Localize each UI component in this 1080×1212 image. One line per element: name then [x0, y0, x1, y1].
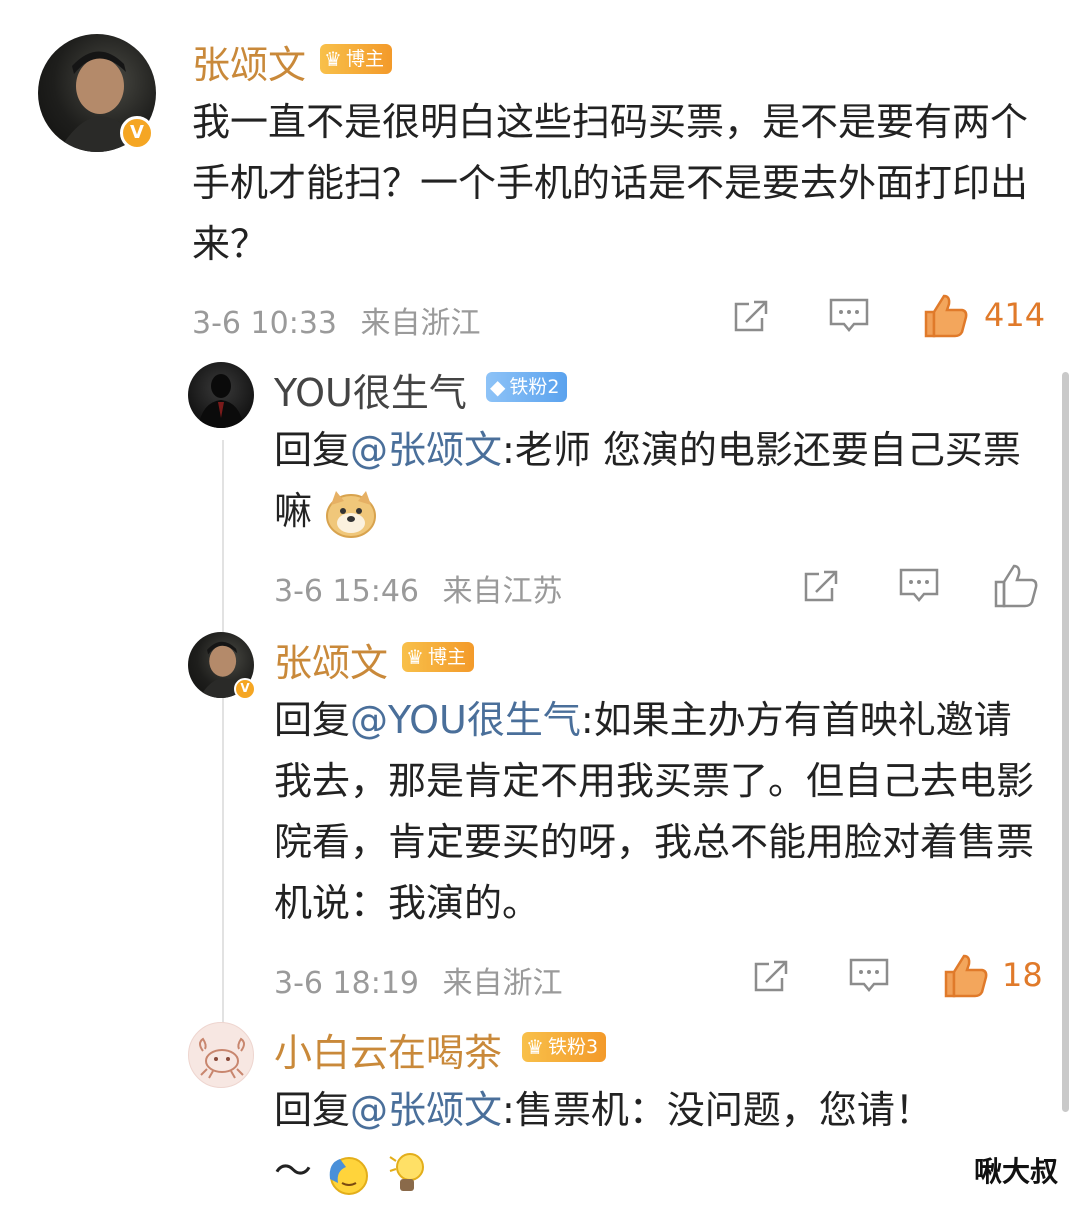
crown-icon: ♛: [406, 645, 424, 669]
mention-link[interactable]: @张颂文: [350, 1088, 502, 1132]
author-name[interactable]: 张颂文: [274, 632, 388, 687]
comment-date: 3-6 10:33: [192, 306, 337, 341]
author-name[interactable]: 小白云在喝茶: [274, 1022, 502, 1077]
badge-label: 铁粉2: [509, 376, 560, 398]
comment-location: 来自江苏: [442, 574, 563, 609]
reply-tail: ～: [274, 1149, 313, 1193]
doge-emoji-icon: [326, 490, 377, 538]
comment-location: 来自浙江: [360, 306, 481, 341]
fan-badge: ◆ 铁粉2: [486, 372, 568, 402]
comment-date: 3-6 15:46: [274, 574, 419, 609]
comment-text: 我一直不是很明白这些扫码买票，是不是要有两个手机才能扫？一个手机的话是不是要去外…: [192, 100, 1029, 266]
comment-location: 来自浙江: [442, 966, 563, 1001]
comment-text: 回复@YOU很生气:如果主办方有首映礼邀请我去，那是肯定不用我买票了。但自己去电…: [274, 690, 1044, 934]
reply-prefix: 回复: [274, 428, 351, 472]
badge-label: 博主: [427, 646, 466, 668]
comment-meta: 3-6 18:19 来自浙江: [274, 958, 563, 1002]
share-icon[interactable]: [802, 566, 842, 606]
comment-icon[interactable]: [828, 296, 870, 336]
comment-icon[interactable]: [898, 566, 940, 606]
comment-icon[interactable]: [848, 956, 890, 996]
author-name[interactable]: 张颂文: [192, 34, 306, 89]
badge-label: 博主: [345, 48, 384, 70]
avatar-silhouette-icon: [198, 374, 244, 428]
crown-icon: ♛: [526, 1035, 544, 1059]
reply-prefix: 回复: [274, 698, 351, 742]
verified-icon: V: [120, 116, 154, 150]
avatar[interactable]: [188, 1022, 254, 1088]
reply-body: :售票机：没问题，您请！: [502, 1088, 933, 1132]
comment-text: 回复@张颂文:售票机：没问题，您请！ ～: [274, 1080, 1044, 1202]
verified-icon: V: [234, 678, 256, 700]
avatar[interactable]: [188, 362, 254, 428]
author-name[interactable]: YOU很生气: [274, 362, 467, 417]
comment-meta: 3-6 15:46 来自江苏: [274, 566, 563, 610]
share-icon[interactable]: [752, 956, 792, 996]
scrollbar[interactable]: [1062, 372, 1069, 1112]
facepalm-emoji-icon: [329, 1156, 369, 1195]
thumbs-up-icon[interactable]: [922, 292, 970, 338]
watermark: 啾大叔: [973, 1155, 1058, 1188]
crab-icon: [199, 1037, 245, 1079]
reply-thread-line: [222, 440, 224, 1030]
badge-label: 铁粉3: [547, 1036, 599, 1058]
mention-link[interactable]: @YOU很生气: [350, 698, 581, 742]
author-badge: ♛ 博主: [320, 44, 392, 74]
comment-text: 回复@张颂文:老师 您演的电影还要自己买票嘛: [274, 420, 1044, 542]
author-badge: ♛ 博主: [402, 642, 474, 672]
diamond-icon: ◆: [490, 375, 506, 399]
share-icon[interactable]: [732, 296, 772, 336]
fan-badge: ♛ 铁粉3: [522, 1032, 607, 1062]
mention-link[interactable]: @张颂文: [350, 428, 502, 472]
comment-date: 3-6 18:19: [274, 966, 419, 1001]
like-count: 414: [984, 296, 1046, 334]
reply-prefix: 回复: [274, 1088, 351, 1132]
lightbulb-emoji-icon: [389, 1152, 425, 1191]
thumbs-up-icon[interactable]: [942, 952, 990, 998]
thumbs-up-icon[interactable]: [992, 562, 1040, 608]
crown-icon: ♛: [324, 47, 342, 71]
like-count: 18: [1002, 956, 1043, 994]
comment-meta: 3-6 10:33 来自浙江: [192, 298, 481, 342]
